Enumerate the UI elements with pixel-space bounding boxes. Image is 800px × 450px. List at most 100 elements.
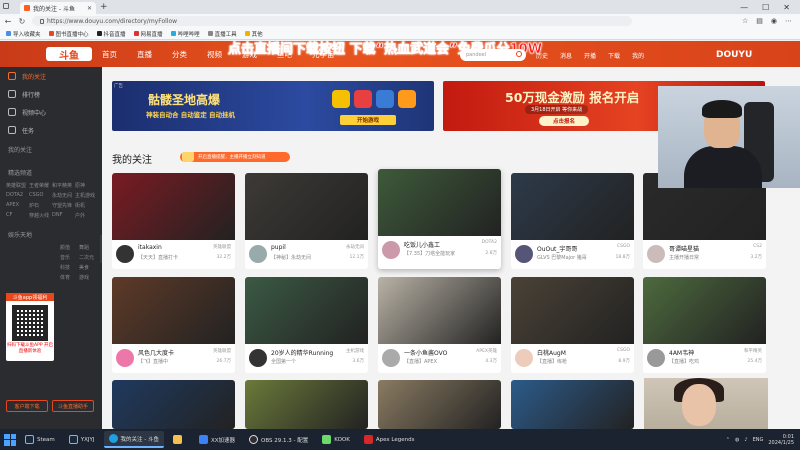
category-link[interactable]: 守望先锋 bbox=[52, 202, 73, 209]
stream-thumbnail[interactable] bbox=[245, 380, 368, 429]
stream-card[interactable]: 4AM韦神 和平精英 【直播】吃鸡 25.4万 bbox=[643, 277, 766, 373]
stream-card[interactable]: 吃饭儿小鑫工 DOTA2 【7.35】刀塔全能玩家 2.8万 bbox=[378, 169, 501, 269]
stream-card[interactable]: 白桃AugM CSGO 【直播】练枪 8.9万 bbox=[511, 277, 634, 373]
category-link[interactable]: 音乐 bbox=[60, 254, 77, 261]
tray-chevron-icon[interactable]: ⌃ bbox=[726, 437, 730, 443]
category-link[interactable]: 户外 bbox=[75, 212, 96, 219]
favorite-star-icon[interactable]: ☆ bbox=[742, 17, 748, 25]
category-link[interactable]: 舞蹈 bbox=[79, 244, 96, 251]
bookmark-item[interactable]: 导入收藏夹 bbox=[6, 30, 41, 38]
stream-thumbnail[interactable] bbox=[112, 380, 235, 429]
bookmark-item[interactable]: 抖音直播 bbox=[96, 30, 126, 38]
register-button[interactable]: 点击报名 bbox=[539, 116, 589, 126]
stream-thumbnail[interactable] bbox=[112, 173, 235, 240]
streamer-name[interactable]: OuOut_宇哥哥 bbox=[537, 244, 577, 253]
stream-card[interactable]: OuOut_宇哥哥 CSGO GLVS 巴黎Major 猪哥 18.8万 bbox=[511, 173, 634, 269]
category-link[interactable]: 炉石 bbox=[29, 202, 50, 209]
stream-card[interactable]: 20岁人的精华Running 主机游戏 全国第一个 3.6万 bbox=[245, 277, 368, 373]
streamer-name[interactable]: pupil bbox=[271, 244, 286, 251]
system-clock[interactable]: 0:01 2024/1/25 bbox=[768, 434, 794, 446]
more-menu-icon[interactable]: ⋯ bbox=[785, 17, 792, 25]
refresh-button[interactable]: ↻ bbox=[18, 17, 26, 26]
category-link[interactable]: 颜值 bbox=[60, 244, 77, 251]
taskbar-app-browser[interactable]: 我的关注 - 斗鱼 bbox=[103, 431, 164, 448]
nav-video[interactable]: 视频 bbox=[207, 49, 222, 60]
stream-card[interactable]: pupil 永劫无间 【神秘】永劫无间 12.1万 bbox=[245, 173, 368, 269]
taskbar-app-obs[interactable]: OBS 29.1.3 - 配置 bbox=[244, 431, 313, 448]
tab-actions[interactable] bbox=[3, 3, 9, 9]
category-link[interactable]: 二次元 bbox=[79, 254, 96, 261]
streamer-avatar[interactable] bbox=[249, 245, 267, 263]
category-link[interactable]: 体育 bbox=[60, 274, 77, 281]
category-link[interactable]: 和平精英 bbox=[52, 182, 73, 189]
streamer-avatar[interactable] bbox=[116, 245, 134, 263]
category-link[interactable]: 主机游戏 bbox=[75, 192, 96, 199]
taskbar-app-folder[interactable] bbox=[168, 431, 190, 448]
stream-thumbnail[interactable] bbox=[245, 173, 368, 240]
streamer-name[interactable]: 4AM韦神 bbox=[669, 348, 694, 357]
stream-card[interactable]: 风色几大度卡 英雄联盟 【飞】直播中 26.7万 bbox=[112, 277, 235, 373]
taskbar-app[interactable]: XX加速器 bbox=[194, 431, 240, 448]
bookmark-item[interactable]: 其他 bbox=[244, 30, 263, 38]
stream-card[interactable] bbox=[112, 380, 235, 429]
taskbar-app-kook[interactable]: KOOK bbox=[317, 431, 355, 448]
stream-thumbnail[interactable] bbox=[245, 277, 368, 344]
windows-start-icon[interactable] bbox=[4, 433, 16, 446]
category-link[interactable]: 王者荣耀 bbox=[29, 182, 50, 189]
sidebar-item-rank[interactable]: 排行榜 bbox=[0, 85, 102, 103]
collections-icon[interactable]: ▤ bbox=[756, 17, 763, 25]
taskbar-app[interactable]: YXJYJ bbox=[64, 431, 100, 448]
category-link[interactable]: 永劫无间 bbox=[52, 192, 73, 199]
close-window-button[interactable]: ✕ bbox=[783, 3, 790, 12]
sidebar-item-video[interactable]: 视频中心 bbox=[0, 103, 102, 121]
header-download[interactable]: 下载 bbox=[608, 51, 620, 60]
bookmark-item[interactable]: 图书直播中心 bbox=[48, 30, 89, 38]
bookmark-item[interactable]: 直播工具 bbox=[207, 30, 237, 38]
nav-live[interactable]: 直播 bbox=[137, 49, 152, 60]
app-download-qr[interactable]: 斗鱼app领福利 扫码下载斗鱼APP 开启直播新体验 bbox=[6, 293, 54, 361]
minimize-button[interactable]: — bbox=[740, 3, 748, 12]
streamer-avatar[interactable] bbox=[515, 349, 533, 367]
maximize-button[interactable]: ☐ bbox=[762, 3, 769, 12]
streamer-name[interactable]: 一条小鱼酱OVO bbox=[404, 348, 447, 357]
start-game-button[interactable]: 开始游戏 bbox=[340, 115, 396, 125]
close-tab-icon[interactable]: ✕ bbox=[87, 5, 92, 12]
profile-icon[interactable]: ◉ bbox=[771, 17, 777, 25]
streamer-avatar[interactable] bbox=[515, 245, 533, 263]
bookmark-item[interactable]: 网易直播 bbox=[133, 30, 163, 38]
back-button[interactable]: ← bbox=[4, 17, 12, 26]
stream-thumbnail[interactable] bbox=[378, 277, 501, 344]
streamer-avatar[interactable] bbox=[116, 349, 134, 367]
category-link[interactable]: CSGO bbox=[29, 192, 50, 199]
new-tab-button[interactable]: + bbox=[100, 2, 108, 12]
category-link[interactable]: DOTA2 bbox=[6, 192, 27, 199]
streamer-avatar[interactable] bbox=[382, 349, 400, 367]
ad-banner-game[interactable]: 广告 骷髅圣地高爆 神装自动合 自动鉴定 自动挂机 开始游戏 bbox=[112, 81, 434, 131]
stream-card[interactable]: itakaxin 英雄联盟 【天天】直播打卡 32.2万 bbox=[112, 173, 235, 269]
douyu-logo[interactable]: 斗鱼 bbox=[46, 47, 92, 62]
stream-thumbnail[interactable] bbox=[511, 380, 634, 429]
stream-card[interactable] bbox=[245, 380, 368, 429]
stream-thumbnail[interactable] bbox=[511, 173, 634, 240]
nav-category[interactable]: 分类 bbox=[172, 49, 187, 60]
taskbar-app-apex[interactable]: Apex Legends bbox=[359, 431, 420, 448]
streamer-name[interactable]: 哥谭喵星猫 bbox=[669, 244, 699, 253]
sidebar-item-tasks[interactable]: 任务 bbox=[0, 121, 102, 139]
header-messages[interactable]: 消息 bbox=[560, 51, 572, 60]
bookmark-item[interactable]: 哔哩哔哩 bbox=[170, 30, 200, 38]
stream-thumbnail[interactable] bbox=[643, 277, 766, 344]
browser-tab[interactable]: 我的关注 - 斗鱼 ✕ bbox=[20, 2, 96, 14]
stream-card[interactable]: 一条小鱼酱OVO APEX英雄 【直播】APEX 4.3万 bbox=[378, 277, 501, 373]
input-language[interactable]: ENG bbox=[753, 437, 764, 443]
taskbar-app-steam[interactable]: Steam bbox=[20, 431, 60, 448]
nav-home[interactable]: 首页 bbox=[102, 49, 117, 60]
tray-volume-icon[interactable]: ♪ bbox=[744, 437, 747, 443]
stream-thumbnail[interactable] bbox=[378, 380, 501, 429]
notify-tip-banner[interactable]: 开启直播提醒，主播开播立刻知道 bbox=[180, 152, 290, 162]
streamer-name[interactable]: 吃饭儿小鑫工 bbox=[404, 240, 440, 249]
category-link[interactable]: 街机 bbox=[75, 202, 96, 209]
header-mine[interactable]: 我的 bbox=[632, 51, 644, 60]
category-link[interactable]: 游戏 bbox=[79, 274, 96, 281]
sidebar-item-follow[interactable]: 我的关注 bbox=[0, 67, 102, 85]
category-link[interactable]: 穿越火线 bbox=[29, 212, 50, 219]
